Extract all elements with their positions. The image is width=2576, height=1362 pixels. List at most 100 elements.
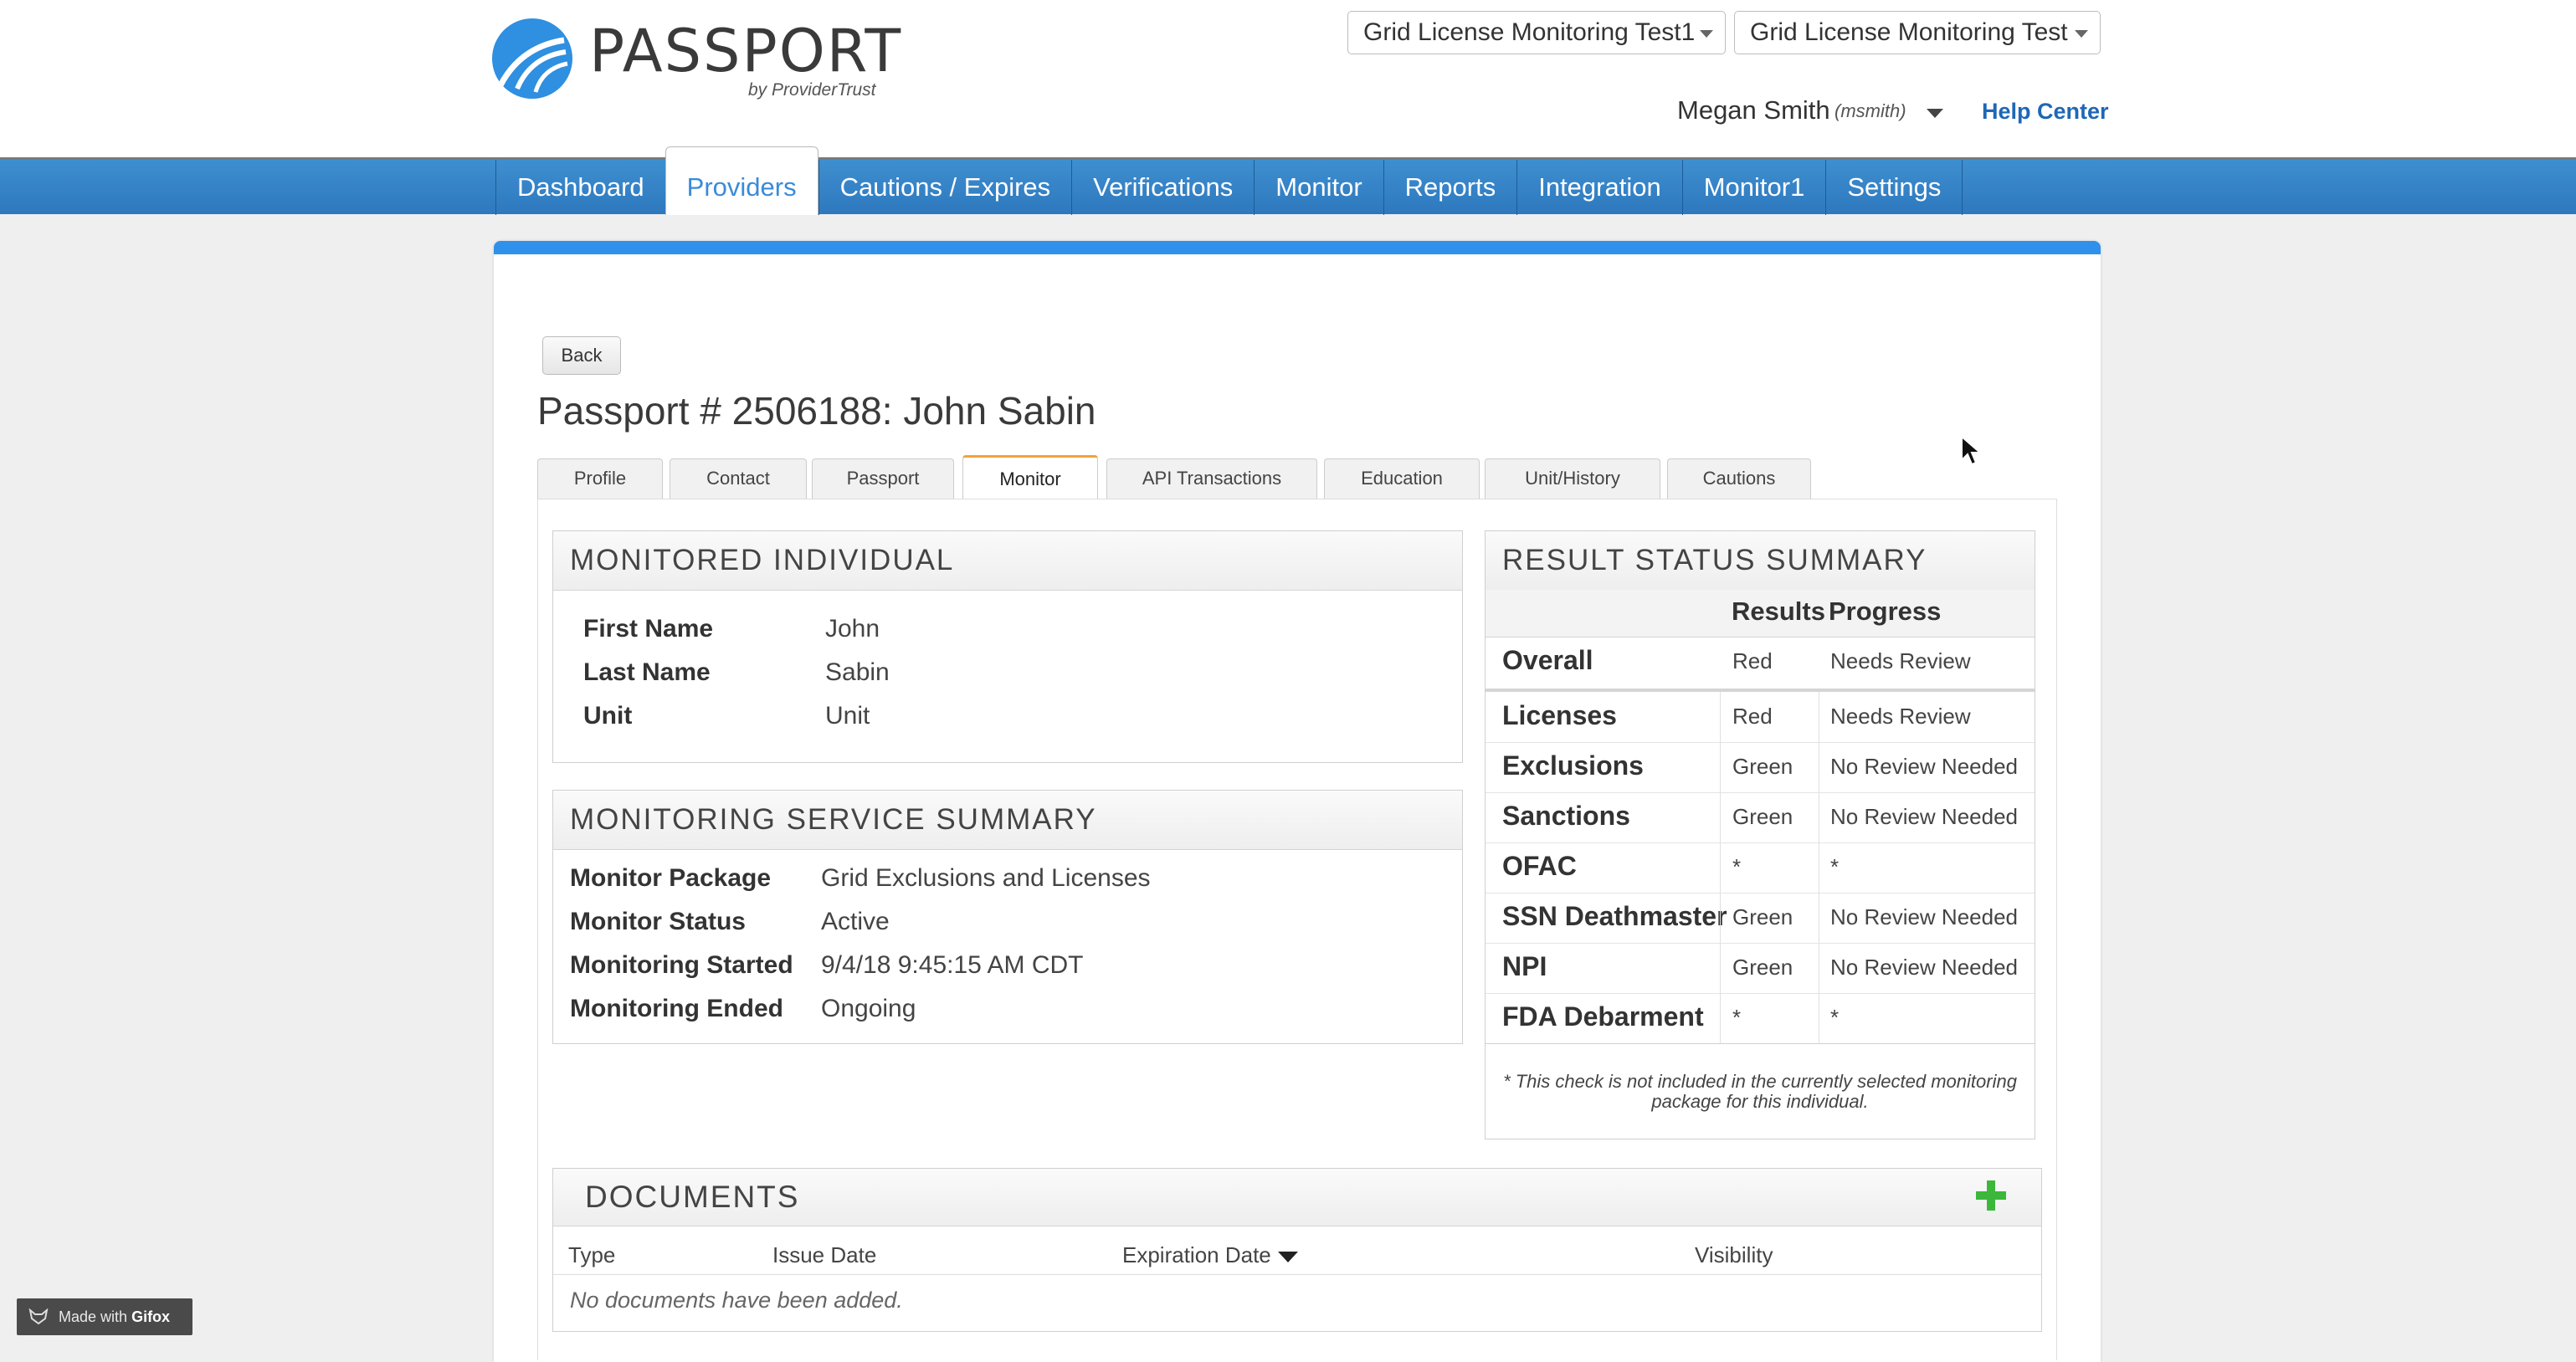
result-value: Green	[1732, 804, 1793, 829]
result-name: OFAC	[1502, 851, 1577, 881]
tab-api-transactions[interactable]: API Transactions	[1106, 458, 1317, 499]
result-value: Green	[1732, 955, 1793, 980]
unit-value: Unit	[825, 702, 870, 730]
fox-icon	[28, 1308, 49, 1325]
result-row-overall: Overall Red Needs Review	[1486, 637, 2035, 692]
documents-heading: DOCUMENTS	[553, 1169, 2041, 1226]
monitoring-service-panel: MONITORING SERVICE SUMMARY Monitor Packa…	[552, 790, 1463, 1044]
footnote-line: * This check is not included in the curr…	[1503, 1071, 2017, 1092]
column-divider	[1720, 692, 1721, 1043]
doc-column-expiration-label: Expiration Date	[1122, 1242, 1271, 1267]
result-status-panel: RESULT STATUS SUMMARY Results Progress O…	[1485, 530, 2035, 1139]
last-name-value: Sabin	[825, 658, 890, 686]
nav-tab-integration[interactable]: Integration	[1516, 160, 1682, 215]
result-row-fda-debarment: FDA Debarment * *	[1486, 993, 2035, 1044]
nav-tab-monitor1[interactable]: Monitor1	[1681, 160, 1826, 215]
mouse-cursor-icon	[1961, 435, 1982, 466]
nav-tab-dashboard[interactable]: Dashboard	[495, 160, 665, 215]
org-select-secondary[interactable]: Grid License Monitoring Test	[1734, 11, 2101, 54]
monitor-package-value: Grid Exclusions and Licenses	[821, 864, 1151, 892]
result-value: Red	[1732, 704, 1773, 729]
monitoring-started-label: Monitoring Started	[570, 951, 793, 979]
result-name: Exclusions	[1502, 750, 1644, 781]
tab-monitor[interactable]: Monitor	[962, 455, 1098, 499]
org-select-secondary-value: Grid License Monitoring Test	[1750, 18, 2068, 46]
result-value: Green	[1732, 904, 1793, 929]
progress-value: No Review Needed	[1830, 904, 2019, 929]
monitor-status-value: Active	[821, 908, 890, 935]
result-name: Overall	[1502, 645, 1593, 675]
result-status-header-row: Results Progress	[1486, 590, 2035, 637]
user-name[interactable]: Megan Smith	[1677, 95, 1830, 125]
result-name: Licenses	[1502, 700, 1617, 730]
logo-road-icon	[492, 18, 572, 99]
doc-column-visibility[interactable]: Visibility	[1695, 1242, 1773, 1268]
result-row-npi: NPI Green No Review Needed	[1486, 943, 2035, 994]
result-name: SSN Deathmaster	[1502, 901, 1727, 931]
result-value: *	[1732, 854, 1742, 879]
progress-value: Needs Review	[1830, 648, 1971, 673]
chevron-down-icon	[2075, 30, 2088, 38]
result-name: FDA Debarment	[1502, 1001, 1704, 1032]
tab-profile[interactable]: Profile	[537, 458, 663, 499]
back-button[interactable]: Back	[542, 336, 621, 375]
result-row-ofac: OFAC * *	[1486, 842, 2035, 893]
main-nav: Dashboard Providers Cautions / Expires V…	[0, 146, 2576, 215]
monitoring-ended-label: Monitoring Ended	[570, 995, 783, 1022]
nav-tab-providers[interactable]: Providers	[665, 146, 818, 215]
tab-education[interactable]: Education	[1324, 458, 1480, 499]
logo-tagline: by ProviderTrust	[748, 80, 876, 100]
documents-panel: DOCUMENTS Type Issue Date Expiration Dat…	[552, 1168, 2042, 1332]
result-row-ssn-deathmaster: SSN Deathmaster Green No Review Needed	[1486, 893, 2035, 944]
page-title: Passport # 2506188: John Sabin	[537, 389, 1096, 433]
tab-unit-history[interactable]: Unit/History	[1485, 458, 1660, 499]
monitored-individual-panel: MONITORED INDIVIDUAL First Name John Las…	[552, 530, 1463, 763]
tab-cautions[interactable]: Cautions	[1667, 458, 1811, 499]
gifox-watermark: Made with Gifox	[17, 1298, 192, 1335]
monitoring-started-value: 9/4/18 9:45:15 AM CDT	[821, 951, 1084, 979]
first-name-value: John	[825, 615, 880, 643]
app-header: PASSPORT by ProviderTrust Grid License M…	[0, 0, 2576, 157]
add-document-plus-icon[interactable]	[1976, 1180, 2006, 1211]
result-row-exclusions: Exclusions Green No Review Needed	[1486, 742, 2035, 793]
progress-value: *	[1830, 854, 1840, 879]
doc-column-expiration-date[interactable]: Expiration Date	[1122, 1242, 1298, 1268]
progress-column-header: Progress	[1829, 597, 1942, 626]
logo-wordmark: PASSPORT	[589, 17, 903, 85]
watermark-brand: Gifox	[131, 1308, 171, 1325]
last-name-label: Last Name	[583, 658, 711, 686]
nav-tab-cautions-expires[interactable]: Cautions / Expires	[818, 160, 1072, 215]
chevron-down-icon	[1700, 30, 1713, 38]
progress-value: Needs Review	[1830, 704, 1971, 729]
passport-logo[interactable]: PASSPORT by ProviderTrust	[492, 17, 901, 104]
doc-column-issue-date[interactable]: Issue Date	[772, 1242, 876, 1268]
result-row-licenses: Licenses Red Needs Review	[1486, 692, 2035, 743]
footnote-line: package for this individual.	[1651, 1091, 1869, 1112]
progress-value: No Review Needed	[1830, 955, 2019, 980]
progress-value: No Review Needed	[1830, 754, 2019, 779]
doc-column-type[interactable]: Type	[568, 1242, 615, 1268]
help-center-link[interactable]: Help Center	[1982, 99, 2109, 125]
nav-tab-settings[interactable]: Settings	[1825, 160, 1963, 215]
progress-value: No Review Needed	[1830, 804, 2019, 829]
org-select-primary[interactable]: Grid License Monitoring Test1	[1347, 11, 1726, 54]
tab-passport[interactable]: Passport	[812, 458, 954, 499]
progress-value: *	[1830, 1005, 1840, 1030]
nav-tab-verifications[interactable]: Verifications	[1071, 160, 1254, 215]
doc-header-divider	[553, 1274, 2041, 1275]
first-name-label: First Name	[583, 615, 714, 643]
monitor-package-label: Monitor Package	[570, 864, 772, 892]
watermark-prefix: Made with	[59, 1308, 128, 1325]
monitoring-ended-value: Ongoing	[821, 995, 916, 1022]
result-value: *	[1732, 1005, 1742, 1030]
result-row-sanctions: Sanctions Green No Review Needed	[1486, 792, 2035, 843]
user-login[interactable]: (msmith)	[1835, 100, 1906, 122]
result-name: NPI	[1502, 951, 1547, 981]
result-status-footnote: * This check is not included in the curr…	[1486, 1072, 2035, 1112]
tab-contact[interactable]: Contact	[670, 458, 807, 499]
user-menu-caret-icon[interactable]	[1927, 109, 1943, 118]
result-value: Green	[1732, 754, 1793, 779]
nav-tab-reports[interactable]: Reports	[1383, 160, 1517, 215]
result-value: Red	[1732, 648, 1773, 673]
nav-tab-monitor[interactable]: Monitor	[1254, 160, 1383, 215]
